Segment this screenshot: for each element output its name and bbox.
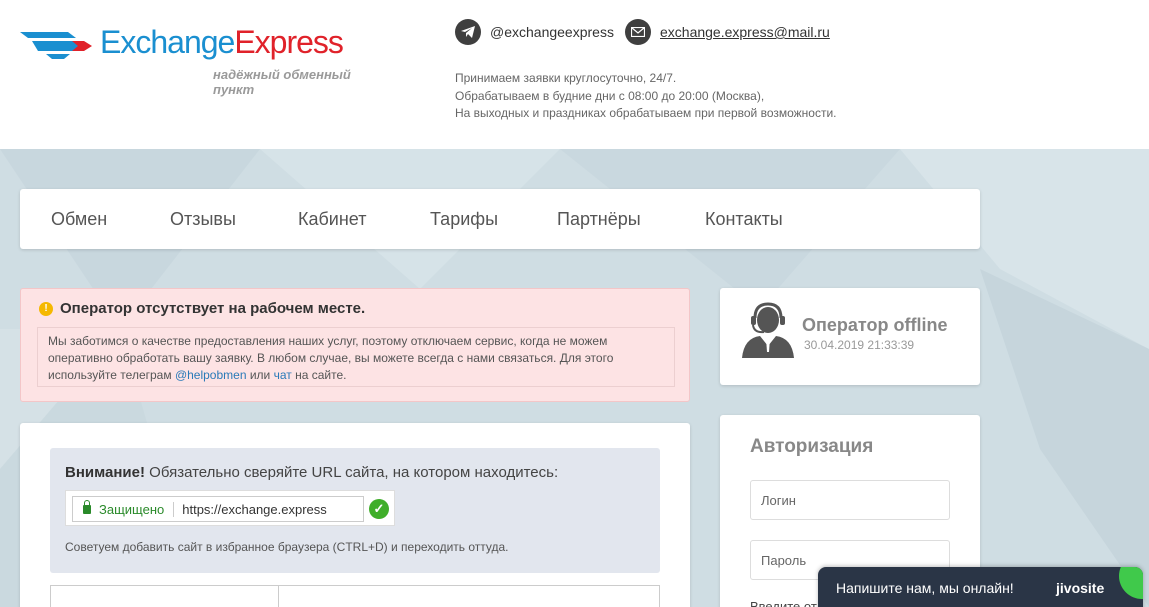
telegram-contact[interactable]: @exchangeexpress	[455, 19, 614, 45]
site-header: ExchangeExpress надёжный обменный пункт …	[0, 0, 1149, 149]
telegram-icon	[455, 19, 481, 45]
telegram-handle: @exchangeexpress	[490, 24, 614, 40]
logo-text-express: Express	[234, 24, 344, 60]
lock-icon	[83, 499, 91, 514]
table-divider	[278, 586, 279, 607]
operator-absent-alert: ! Оператор отсутствует на рабочем месте.…	[20, 288, 690, 402]
exchange-table	[50, 585, 660, 607]
nav-item-tariffs[interactable]: Тарифы	[430, 209, 498, 230]
email-contact[interactable]: exchange.express@mail.ru	[625, 19, 830, 45]
notice-title-bold: Внимание!	[65, 464, 145, 481]
main-nav: Обмен Отзывы Кабинет Тарифы Партнёры Кон…	[20, 189, 980, 249]
chat-brand-logo: jivosite	[1056, 580, 1105, 596]
operator-datetime: 30.04.2019 21:33:39	[804, 338, 915, 352]
chat-widget-text: Напишите нам, мы онлайн!	[836, 580, 1014, 596]
chat-corner-icon	[1119, 567, 1143, 599]
notice-title-text: Обязательно сверяйте URL сайта, на котор…	[144, 464, 559, 481]
operator-avatar-icon	[742, 302, 794, 358]
alert-title-text: Оператор отсутствует на рабочем месте.	[60, 300, 366, 317]
notice-title: Внимание! Обязательно сверяйте URL сайта…	[65, 464, 558, 481]
check-icon: ✓	[369, 499, 389, 519]
alert-text-after: на сайте.	[291, 368, 347, 382]
notice-footer: Советуем добавить сайт в избранное брауз…	[65, 540, 509, 554]
operator-status: Оператор offline	[802, 315, 948, 335]
logo-text-exchange: Exchange	[100, 24, 235, 60]
secure-label: Защищено	[99, 501, 175, 517]
nav-item-exchange[interactable]: Обмен	[51, 209, 107, 230]
operator-status-card: Оператор offline 30.04.2019 21:33:39	[720, 288, 980, 385]
working-hours: Принимаем заявки круглосуточно, 24/7. Об…	[455, 70, 837, 123]
login-input[interactable]	[750, 480, 950, 520]
chat-link[interactable]: чат	[274, 368, 292, 382]
nav-item-cabinet[interactable]: Кабинет	[298, 209, 366, 230]
nav-item-reviews[interactable]: Отзывы	[170, 209, 236, 230]
auth-cut-text: Введите от	[750, 599, 817, 607]
hours-line-2: Обрабатываем в будние дни с 08:00 до 20:…	[455, 88, 765, 103]
mail-icon	[625, 19, 651, 45]
nav-item-partners[interactable]: Партнёры	[557, 209, 641, 230]
hours-line-3: На выходных и праздниках обрабатываем пр…	[455, 106, 837, 120]
logo-text: ExchangeExpress	[100, 24, 344, 61]
logo-wings-icon	[20, 32, 92, 59]
telegram-help-link[interactable]: @helpobmen	[175, 368, 247, 382]
url-bar-example: Защищено https://exchange.express	[72, 496, 364, 522]
main-content: Внимание! Обязательно сверяйте URL сайта…	[20, 423, 690, 607]
email-link[interactable]: exchange.express@mail.ru	[660, 24, 830, 40]
hours-line-1: Принимаем заявки круглосуточно, 24/7.	[455, 71, 677, 85]
logo-tagline: надёжный обменный пункт	[213, 67, 351, 97]
url-example-box: Защищено https://exchange.express ✓	[65, 490, 395, 526]
auth-title: Авторизация	[750, 436, 874, 457]
url-notice: Внимание! Обязательно сверяйте URL сайта…	[50, 448, 660, 573]
warning-icon: !	[39, 301, 53, 316]
alert-text-mid: или	[246, 368, 274, 382]
chat-widget[interactable]: Напишите нам, мы онлайн! jivosite	[818, 567, 1143, 607]
alert-body: Мы заботимся о качестве предоставления н…	[37, 327, 675, 387]
site-logo[interactable]: ExchangeExpress надёжный обменный пункт	[20, 24, 380, 97]
nav-item-contacts[interactable]: Контакты	[705, 209, 783, 230]
site-url: https://exchange.express	[182, 501, 327, 517]
alert-title: ! Оператор отсутствует на рабочем месте.	[39, 300, 365, 317]
